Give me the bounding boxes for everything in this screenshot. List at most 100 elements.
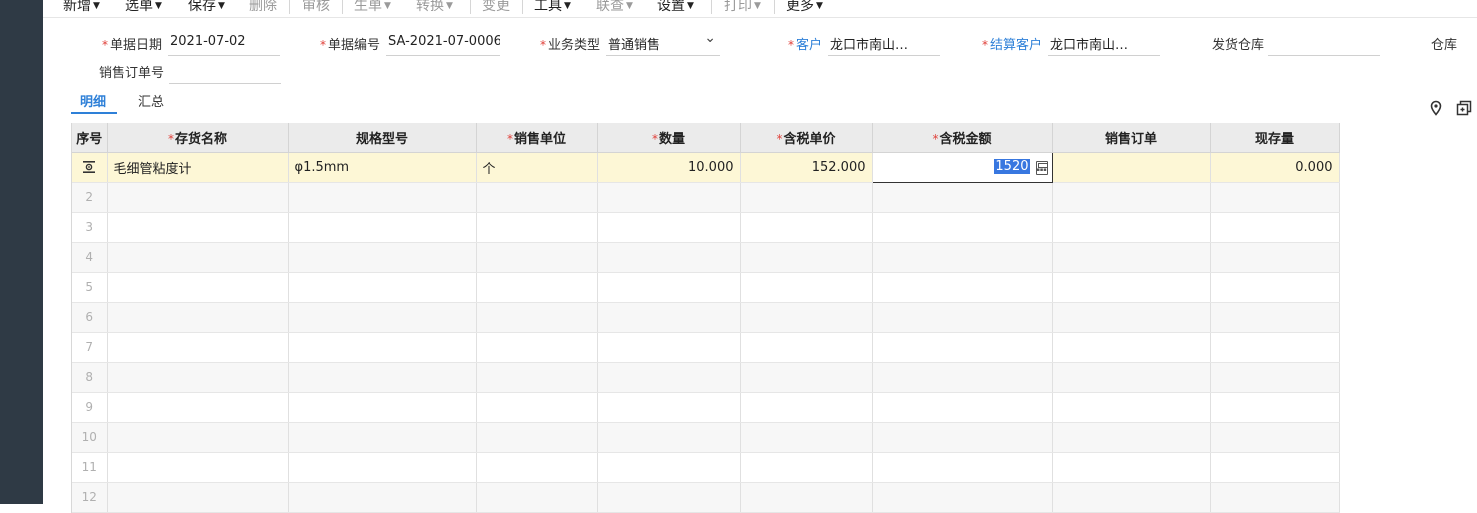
empty-cell[interactable] bbox=[476, 392, 598, 423]
empty-cell[interactable] bbox=[476, 212, 598, 243]
tools-button[interactable]: 工具 ▼ bbox=[534, 0, 571, 15]
empty-cell[interactable] bbox=[740, 242, 873, 273]
empty-cell[interactable] bbox=[1052, 392, 1211, 423]
empty-cell[interactable] bbox=[872, 332, 1053, 363]
empty-cell[interactable] bbox=[740, 392, 873, 423]
location-pin-icon[interactable] bbox=[1428, 100, 1444, 116]
cell-item-name[interactable]: 毛细管粘度计 bbox=[107, 152, 289, 183]
change-button[interactable]: 变更 bbox=[482, 0, 510, 15]
table-row[interactable]: 11 bbox=[72, 452, 1340, 483]
table-row[interactable]: 2 bbox=[72, 182, 1340, 213]
row-settings-cell[interactable] bbox=[72, 152, 108, 183]
empty-cell[interactable] bbox=[476, 482, 598, 513]
empty-cell[interactable] bbox=[288, 302, 477, 333]
empty-cell[interactable] bbox=[107, 272, 289, 303]
amount-input-selected-text[interactable]: 1520 bbox=[994, 158, 1030, 174]
settings-button[interactable]: 设置 ▼ bbox=[657, 0, 694, 15]
table-row[interactable]: 10 bbox=[72, 422, 1340, 453]
empty-cell[interactable] bbox=[288, 422, 477, 453]
doc-date-input[interactable]: 2021-07-02 bbox=[168, 34, 280, 56]
empty-cell[interactable] bbox=[107, 242, 289, 273]
cell-amount-editor[interactable]: 1520 bbox=[871, 151, 1053, 183]
col-header-stock[interactable]: 现存量 bbox=[1210, 123, 1340, 153]
empty-cell[interactable] bbox=[1052, 302, 1211, 333]
empty-cell[interactable] bbox=[740, 332, 873, 363]
empty-cell[interactable] bbox=[740, 302, 873, 333]
cell-sales-order[interactable] bbox=[1052, 152, 1211, 183]
customer-label-link[interactable]: 客户 bbox=[796, 38, 822, 53]
biz-type-select[interactable]: 普通销售 bbox=[606, 34, 720, 56]
empty-cell[interactable] bbox=[288, 272, 477, 303]
table-row[interactable]: 6 bbox=[72, 302, 1340, 333]
cell-unit[interactable]: 个 bbox=[476, 152, 598, 183]
col-header-spec[interactable]: 规格型号 bbox=[288, 123, 477, 153]
empty-cell[interactable] bbox=[1052, 362, 1211, 393]
new-button[interactable]: 新增 ▼ bbox=[63, 0, 100, 15]
empty-cell[interactable] bbox=[1052, 482, 1211, 513]
empty-cell[interactable] bbox=[288, 242, 477, 273]
row-settings-icon[interactable] bbox=[82, 160, 96, 174]
empty-cell[interactable] bbox=[872, 482, 1053, 513]
empty-cell[interactable] bbox=[597, 272, 741, 303]
empty-cell[interactable] bbox=[597, 452, 741, 483]
save-button[interactable]: 保存 ▼ bbox=[188, 0, 225, 15]
empty-cell[interactable] bbox=[597, 242, 741, 273]
empty-cell[interactable] bbox=[740, 362, 873, 393]
empty-cell[interactable] bbox=[288, 182, 477, 213]
cell-price[interactable]: 152.000 bbox=[740, 152, 873, 183]
empty-cell[interactable] bbox=[1052, 182, 1211, 213]
empty-cell[interactable] bbox=[107, 332, 289, 363]
empty-cell[interactable] bbox=[476, 272, 598, 303]
col-header-qty[interactable]: *数量 bbox=[597, 123, 741, 153]
col-header-sales-order[interactable]: 销售订单 bbox=[1052, 123, 1211, 153]
empty-cell[interactable] bbox=[288, 482, 477, 513]
empty-cell[interactable] bbox=[1052, 452, 1211, 483]
empty-cell[interactable] bbox=[597, 362, 741, 393]
empty-cell[interactable] bbox=[107, 182, 289, 213]
empty-cell[interactable] bbox=[1052, 422, 1211, 453]
empty-cell[interactable] bbox=[476, 422, 598, 453]
empty-cell[interactable] bbox=[597, 422, 741, 453]
empty-cell[interactable] bbox=[597, 212, 741, 243]
cell-qty[interactable]: 10.000 bbox=[597, 152, 741, 183]
warehouse-input[interactable] bbox=[1268, 34, 1380, 56]
empty-cell[interactable] bbox=[597, 392, 741, 423]
empty-cell[interactable] bbox=[476, 302, 598, 333]
delete-button[interactable]: 删除 bbox=[249, 0, 277, 15]
empty-cell[interactable] bbox=[872, 422, 1053, 453]
empty-cell[interactable] bbox=[288, 332, 477, 363]
empty-cell[interactable] bbox=[107, 212, 289, 243]
customer-input[interactable]: 龙口市南山… bbox=[828, 34, 940, 56]
empty-cell[interactable] bbox=[872, 362, 1053, 393]
table-row[interactable]: 5 bbox=[72, 272, 1340, 303]
empty-cell[interactable] bbox=[288, 452, 477, 483]
empty-cell[interactable] bbox=[872, 392, 1053, 423]
print-button[interactable]: 打印 ▼ bbox=[724, 0, 761, 15]
empty-cell[interactable] bbox=[476, 362, 598, 393]
empty-cell[interactable] bbox=[872, 182, 1053, 213]
empty-cell[interactable] bbox=[107, 392, 289, 423]
empty-cell[interactable] bbox=[288, 362, 477, 393]
empty-cell[interactable] bbox=[597, 482, 741, 513]
more-button[interactable]: 更多 ▼ bbox=[786, 0, 823, 15]
doc-no-input[interactable]: SA-2021-07-0006 bbox=[386, 34, 500, 56]
empty-cell[interactable] bbox=[597, 302, 741, 333]
empty-cell[interactable] bbox=[872, 242, 1053, 273]
empty-cell[interactable] bbox=[1052, 332, 1211, 363]
empty-cell[interactable] bbox=[476, 332, 598, 363]
empty-cell[interactable] bbox=[288, 212, 477, 243]
empty-cell[interactable] bbox=[872, 272, 1053, 303]
convert-button[interactable]: 转换 ▼ bbox=[416, 0, 453, 15]
col-header-unit[interactable]: *销售单位 bbox=[476, 123, 598, 153]
empty-cell[interactable] bbox=[597, 182, 741, 213]
empty-cell[interactable] bbox=[872, 212, 1053, 243]
generate-button[interactable]: 生单 ▼ bbox=[354, 0, 391, 15]
empty-cell[interactable] bbox=[107, 362, 289, 393]
table-row[interactable]: 9 bbox=[72, 392, 1340, 423]
empty-cell[interactable] bbox=[288, 392, 477, 423]
empty-cell[interactable] bbox=[740, 182, 873, 213]
empty-cell[interactable] bbox=[107, 422, 289, 453]
table-row[interactable]: 12 bbox=[72, 482, 1340, 513]
empty-cell[interactable] bbox=[1052, 272, 1211, 303]
empty-cell[interactable] bbox=[107, 302, 289, 333]
